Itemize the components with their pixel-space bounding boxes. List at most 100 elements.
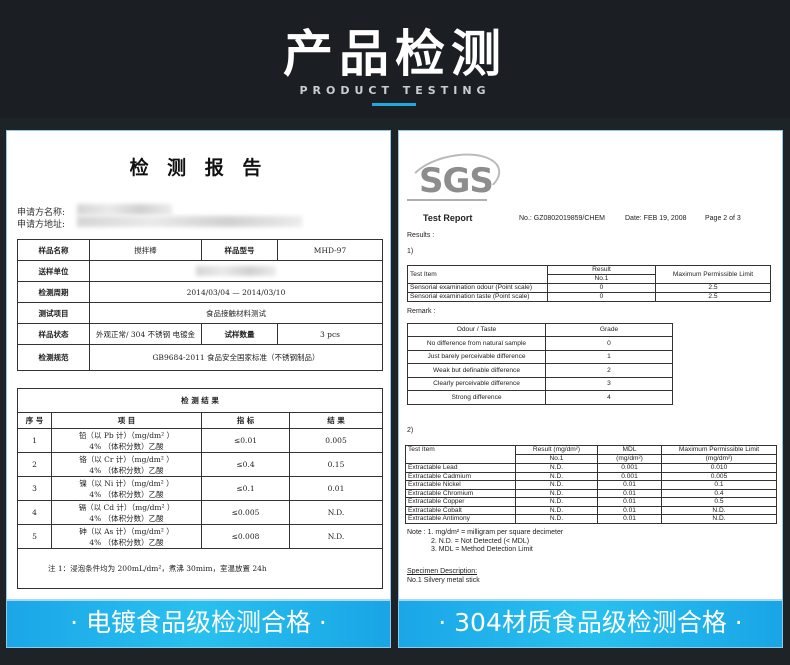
table-row: Clearly perceivable difference 3 [407,376,673,391]
row-result: N.D. [515,480,598,490]
row-mdl: 0.01 [597,488,662,498]
t1-no-header: No.1 [547,274,656,284]
report-number: No.: GZ0802019859/CHEM [519,215,605,222]
row-item: 铅（以 Pb 计）（mg/dm² ） 4% （体积分数）乙酸 [51,428,202,453]
section-2-label: 2) [407,427,414,434]
sample-state: 外观正常/ 304 不锈钢 电镀金 [89,323,202,345]
row-limit: ≤0.005 [201,500,290,525]
table-row: Just barely perceivable difference 1 [407,349,673,364]
row-no: 4 [17,500,52,525]
row-mdl: 0.001 [597,463,662,473]
row-result: N.D. [289,500,383,525]
redacted-sender [196,266,276,276]
quantity-value: 3 pcs [277,323,383,345]
standard-label: 检测规范 [17,344,90,371]
row-item: Extractable Cobalt [405,505,516,515]
period-label: 检测周期 [17,281,90,303]
sample-model-label: 样品型号 [201,239,278,261]
t3-result-header: Result (mg/dm²) [515,445,598,455]
report-date: Date: FEB 19, 2008 [625,215,687,222]
row-item-line2: 4% （体积分数）乙酸 [89,465,164,475]
period-value: 2014/03/04 — 2014/03/10 [89,281,383,303]
row-result: 0.01 [289,476,383,501]
t2-grade-header: Grade [545,323,673,337]
sample-name-label: 样品名称 [17,239,90,261]
table-row: Sensorial examination odour (Point scale… [407,283,771,293]
row-grade: 1 [545,349,673,364]
row-limit: N.D. [661,505,777,515]
left-report-title: 检 测 报 告 [129,157,268,179]
row-limit: N.D. [661,514,777,524]
odour-grade-table: Odour / Taste Grade No difference from n… [407,323,673,405]
test-item-label: 测试项目 [17,302,90,324]
row-limit: 0.4 [661,488,777,498]
t3-no-header: No.1 [515,454,598,464]
row-item: 铬（以 Cr 计）（mg/dm² ） 4% （体积分数）乙酸 [51,452,202,477]
table-row: Strong difference 4 [407,390,673,405]
table-row: 2 铬（以 Cr 计）（mg/dm² ） 4% （体积分数）乙酸 ≤0.4 0.1… [17,452,383,477]
row-item: 镍（以 Ni 计）（mg/dm² ） 4% （体积分数）乙酸 [51,476,202,501]
row-result: 0.15 [289,452,383,477]
specimen-description: No.1 Silvery metal stick [407,577,480,584]
row-no: 2 [17,452,52,477]
results-label: Results : [407,232,435,239]
results-table: 检 测 结 果 序 号 项 目 指 标 结 果 1 铅（以 Pb 计）（mg/d… [17,388,383,589]
sample-info-table: 样品名称 搅拌棒 样品型号 MHD-97 送样单位 检测周期 2014/03/0… [17,239,383,371]
row-limit: 2.5 [655,283,771,293]
right-banner: · 304材质食品级检测合格 · [399,599,782,647]
sgs-logo-bar [407,199,487,201]
table-row: Sensorial examination taste (Point scale… [407,292,771,302]
row-result: N.D. [515,497,598,507]
row-limit: ≤0.008 [201,524,290,549]
row-limit: ≤0.01 [201,428,290,453]
redacted-applicant-address [77,216,302,227]
left-banner-text: · 电镀食品级检测合格 · [70,608,327,637]
t1-item-header: Test Item [407,265,548,284]
table-row: Extractable Cobalt N.D. 0.01 N.D. [405,505,777,515]
note-line-2: 2. N.D. = Not Detected (< MDL) [431,538,530,545]
t3-item-header: Test Item [405,445,516,464]
remark-label: Remark : [407,308,436,315]
row-description: Just barely perceivable difference [407,349,546,364]
sample-name: 搅拌棒 [89,239,202,261]
metals-table: Test Item Result (mg/dm²) MDL Maximum Pe… [405,445,777,524]
table-row: 3 镍（以 Ni 计）（mg/dm² ） 4% （体积分数）乙酸 ≤0.1 0.0… [17,476,383,501]
note-line-3: 3. MDL = Method Detection Limit [431,546,533,553]
t3-limit-unit: (mg/dm²) [661,454,777,464]
table-row: No difference from natural sample 0 [407,336,673,351]
row-item: Extractable Copper [405,497,516,507]
report-page: Page 2 of 3 [705,215,741,222]
row-limit: 0.005 [661,471,777,481]
table-row: Extractable Copper N.D. 0.01 0.5 [405,497,777,507]
quantity-label: 试样数量 [201,323,278,345]
page-subtitle: PRODUCT TESTING [299,84,491,97]
row-limit: 2.5 [655,292,771,302]
row-limit: ≤0.1 [201,476,290,501]
t2-odour-header: Odour / Taste [407,323,546,337]
table-row: 4 镉（以 Cd 计）（mg/dm² ） 4% （体积分数）乙酸 ≤0.005 N… [17,500,383,525]
row-item-line1: 砷（以 As 计）（mg/dm² ） [79,526,174,536]
row-item-line2: 4% （体积分数）乙酸 [89,537,164,547]
col-limit-header: 指 标 [201,412,290,429]
row-no: 1 [17,428,52,453]
header: 产品检测 PRODUCT TESTING [0,0,790,118]
right-banner-text: · 304材质食品级检测合格 · [438,608,743,637]
row-item: Sensorial examination odour (Point scale… [407,283,548,293]
row-item-line2: 4% （体积分数）乙酸 [89,513,164,523]
row-item-line1: 铅（以 Pb 计）（mg/dm² ） [78,430,175,440]
row-mdl: 0.01 [597,514,662,524]
note-line-1: Note : 1. mg/dm² = milligram per square … [407,529,564,536]
row-result: N.D. [289,524,383,549]
row-description: No difference from natural sample [407,336,546,351]
row-item: Extractable Nickel [405,480,516,490]
redacted-applicant-name [77,204,172,215]
row-grade: 4 [545,390,673,405]
row-mdl: 0.01 [597,505,662,515]
row-result: 0 [547,292,656,302]
row-item-line1: 镉（以 Cd 计）（mg/dm² ） [78,502,175,512]
sample-state-label: 样品状态 [17,323,90,345]
row-mdl: 0.01 [597,497,662,507]
t3-mdl-header: MDL [597,445,662,455]
t1-result-header: Result [547,265,656,275]
applicant-address-label: 申请方地址: [17,220,66,230]
